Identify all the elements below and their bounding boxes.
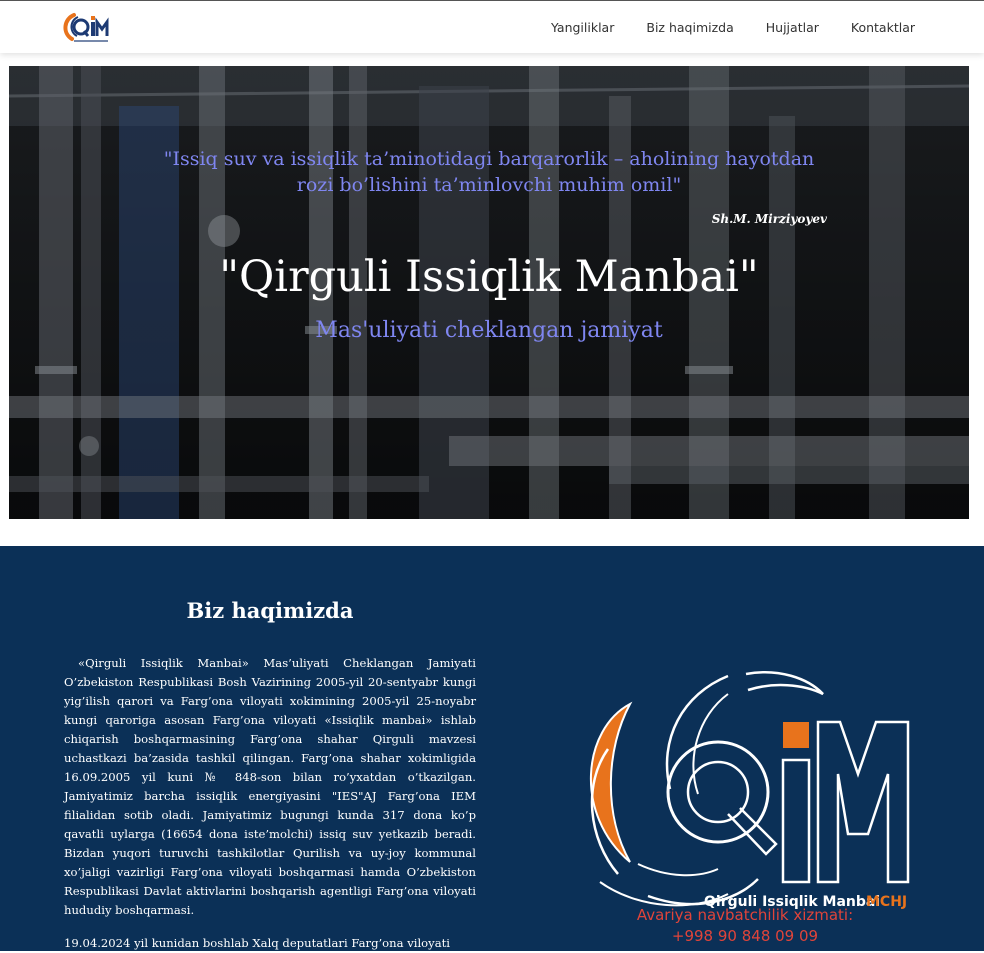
- about-section: Biz haqimizda «Qirguli Issiqlik Manbai» …: [0, 546, 984, 951]
- qim-logo-large: Qirguli Issiqlik Manbai MCHJ: [589, 670, 910, 910]
- hero-title: "Qirguli Issiqlik Manbai": [219, 252, 759, 302]
- hero-quote: "Issiq suv va issiqlik ta’minotidagi bar…: [163, 148, 815, 196]
- emergency-phone[interactable]: +998 90 848 09 09: [560, 926, 930, 947]
- qim-logo-small[interactable]: [60, 11, 112, 45]
- nav-item-yangiliklar[interactable]: Yangiliklar: [551, 20, 614, 35]
- nav-item-biz-haqimizda[interactable]: Biz haqimizda: [646, 20, 733, 35]
- hero-quote-author: Sh.M. Mirziyoyev: [711, 212, 827, 226]
- about-paragraph: «Qirguli Issiqlik Manbai» Mas’uliyati Ch…: [64, 656, 476, 917]
- about-heading: Biz haqimizda: [186, 598, 354, 623]
- about-paragraph-continued: 19.04.2024 yil kunidan boshlab Xalq depu…: [64, 936, 450, 950]
- navbar: Yangiliklar Biz haqimizda Hujjatlar Kont…: [0, 0, 984, 53]
- hero-banner: "Issiq suv va issiqlik ta’minotidagi bar…: [9, 66, 969, 519]
- emergency-label: Avariya navbatchilik xizmati:: [636, 906, 854, 924]
- emergency-service: Avariya navbatchilik xizmati: +998 90 84…: [560, 905, 930, 947]
- nav-item-hujjatlar[interactable]: Hujjatlar: [766, 20, 819, 35]
- main-nav: Yangiliklar Biz haqimizda Hujjatlar Kont…: [519, 1, 915, 53]
- nav-item-kontaktlar[interactable]: Kontaktlar: [851, 20, 915, 35]
- hero-subtitle: Mas'uliyati cheklangan jamiyat: [315, 318, 663, 343]
